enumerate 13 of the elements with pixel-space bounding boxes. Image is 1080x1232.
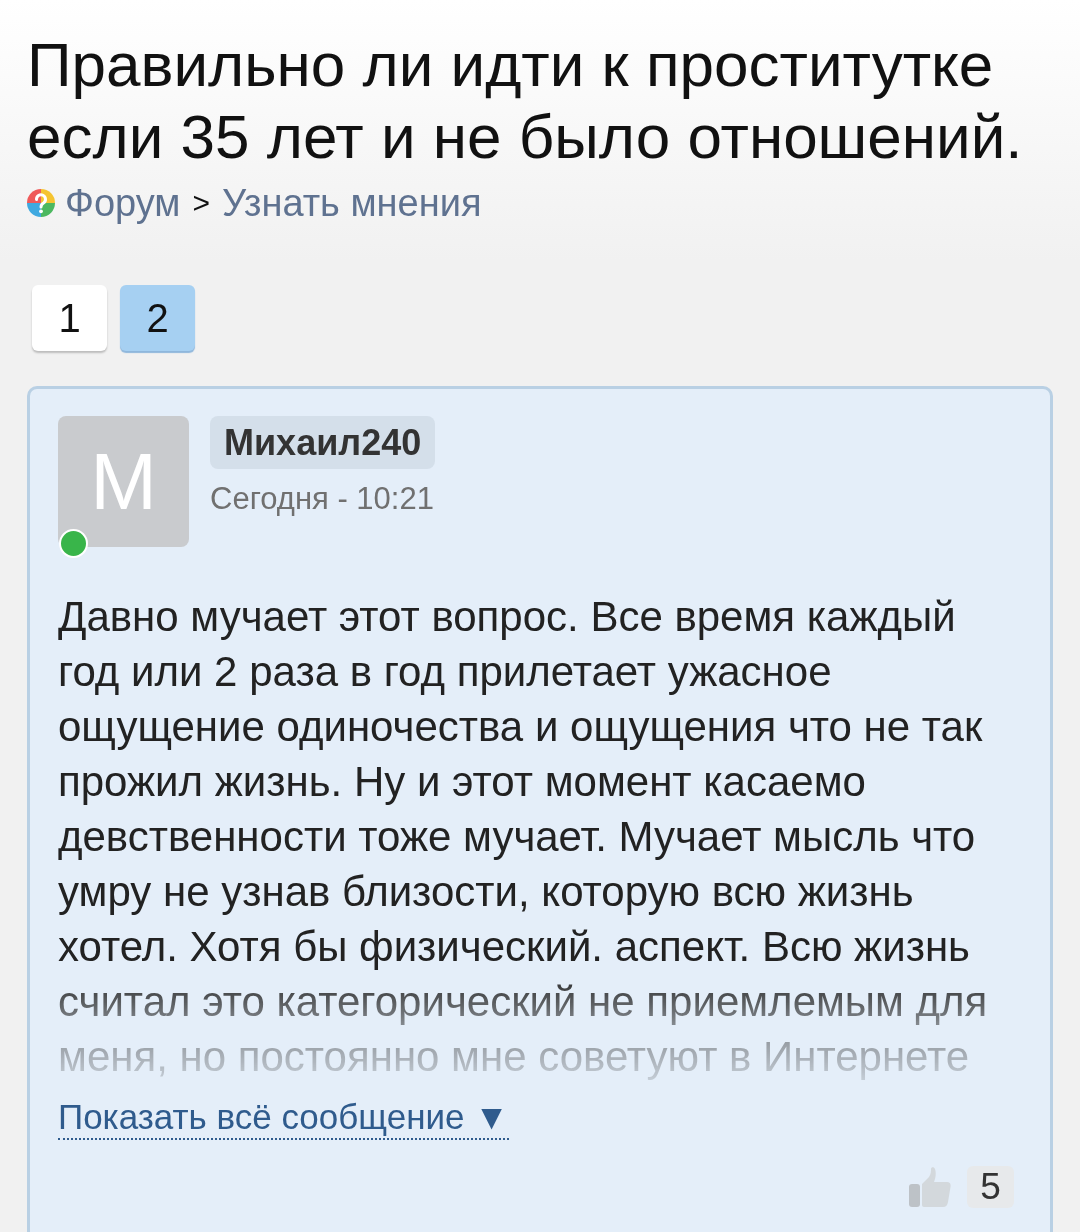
question-icon bbox=[27, 189, 55, 217]
page-button[interactable]: 2 bbox=[120, 285, 195, 351]
post-time: Сегодня - 10:21 bbox=[210, 481, 434, 517]
show-more-link[interactable]: Показать всё сообщение ▼ bbox=[58, 1096, 509, 1140]
page-title: Правильно ли идти к проститутке если 35 лет и не было отношений. bbox=[27, 29, 1024, 173]
page-button[interactable]: 1 bbox=[32, 285, 107, 351]
post-text: Давно мучает этот вопрос. Все время каждый год или 2 раза в год прилетает ужасное ощущение одиночества и ощущения что не так прожил жизнь. Ну и этот момент касаемо девственности тоже мучает. Мучает мысль что умру не узнав близости, которую всю жизнь хотел. Хотя бы физический. аспект. Всю жизнь считал это категорический не приемлемым для меня, но постоянно мне советуют в Интернете bbox=[58, 592, 989, 1082]
breadcrumb-link[interactable]: Форум bbox=[65, 181, 181, 225]
breadcrumb-link[interactable]: Узнать мнения bbox=[221, 181, 482, 225]
thumbs-up-icon[interactable] bbox=[909, 1167, 951, 1207]
breadcrumb-separator: > bbox=[192, 186, 210, 220]
like-count: 5 bbox=[967, 1166, 1014, 1208]
author-name[interactable]: Михаил240 bbox=[210, 416, 436, 469]
